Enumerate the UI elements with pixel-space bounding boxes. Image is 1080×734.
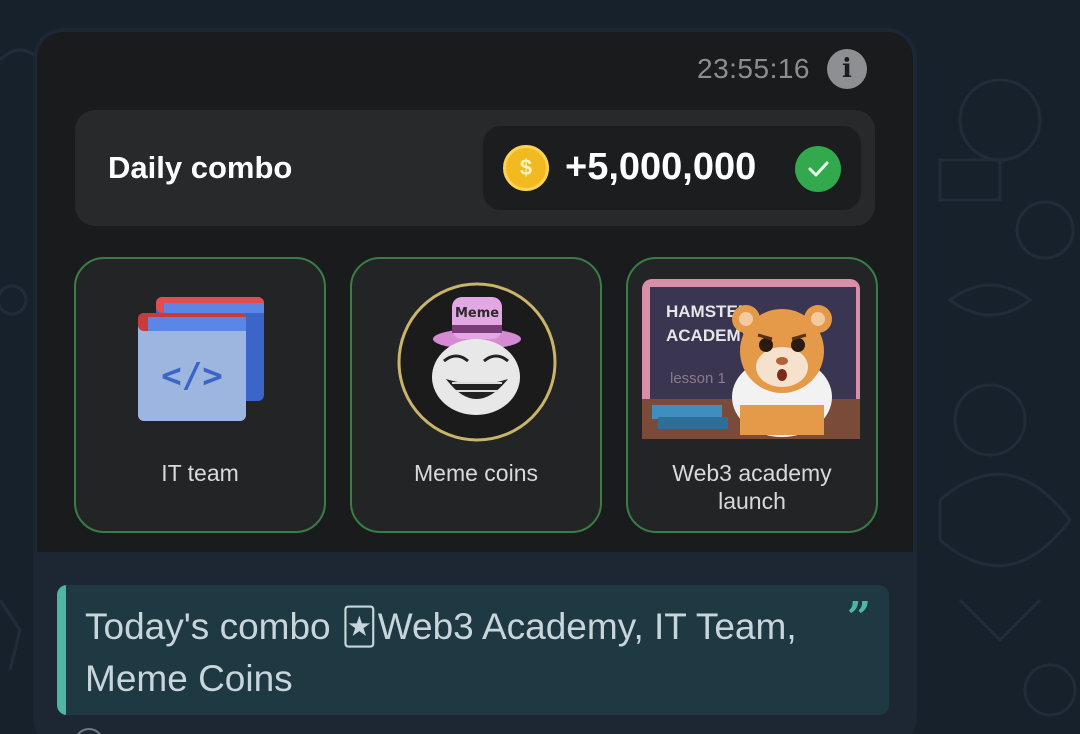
hamster-academy-image: HAMSTER ACADEMY lesson 1 [642, 279, 860, 439]
check-icon [795, 146, 841, 192]
reward-amount: +5,000,000 [565, 146, 757, 188]
card-label: Web3 academy launch [672, 460, 832, 514]
card-label: Meme coins [414, 460, 538, 486]
daily-combo-panel: Daily combo $ +5,000,000 [75, 110, 875, 226]
joker-card-emoji: 🃏 [340, 607, 378, 648]
card-label: IT team [161, 460, 239, 486]
daily-combo-title: Daily combo [108, 150, 293, 185]
meme-hat-troll-face-icon: Meme [397, 282, 557, 442]
quote-accent-bar [57, 585, 66, 715]
coin-icon: $ [503, 145, 549, 191]
message-caption-quote[interactable]: Today's combo 🃏Web3 Academy, IT Team, Me… [57, 585, 889, 715]
quote-icon: ” [846, 593, 871, 642]
combo-card-it-team[interactable]: </> IT team [74, 257, 326, 533]
caption-text[interactable]: Today's combo 🃏Web3 Academy, IT Team, Me… [85, 601, 805, 704]
time-text: 23:55:16 [697, 53, 810, 84]
reward-box: $ +5,000,000 [483, 126, 861, 210]
code-window-icon: </> [138, 297, 264, 421]
board-text-line3: lesson 1 [670, 370, 726, 387]
info-icon[interactable]: i [827, 49, 867, 89]
svg-text:</>: </> [161, 356, 222, 396]
combo-card-web3-academy[interactable]: HAMSTER ACADEMY lesson 1 Web3 academy la… [626, 257, 878, 533]
combo-card-meme-coins[interactable]: Meme Meme coins [350, 257, 602, 533]
chat-message-bubble[interactable]: 23:55:16 i Daily combo $ +5,000,000 </> [33, 28, 917, 734]
caption-text-part1: Today's combo [85, 606, 341, 647]
svg-text:Meme: Meme [455, 306, 499, 321]
attached-screenshot-image[interactable]: 23:55:16 i Daily combo $ +5,000,000 </> [37, 32, 913, 552]
